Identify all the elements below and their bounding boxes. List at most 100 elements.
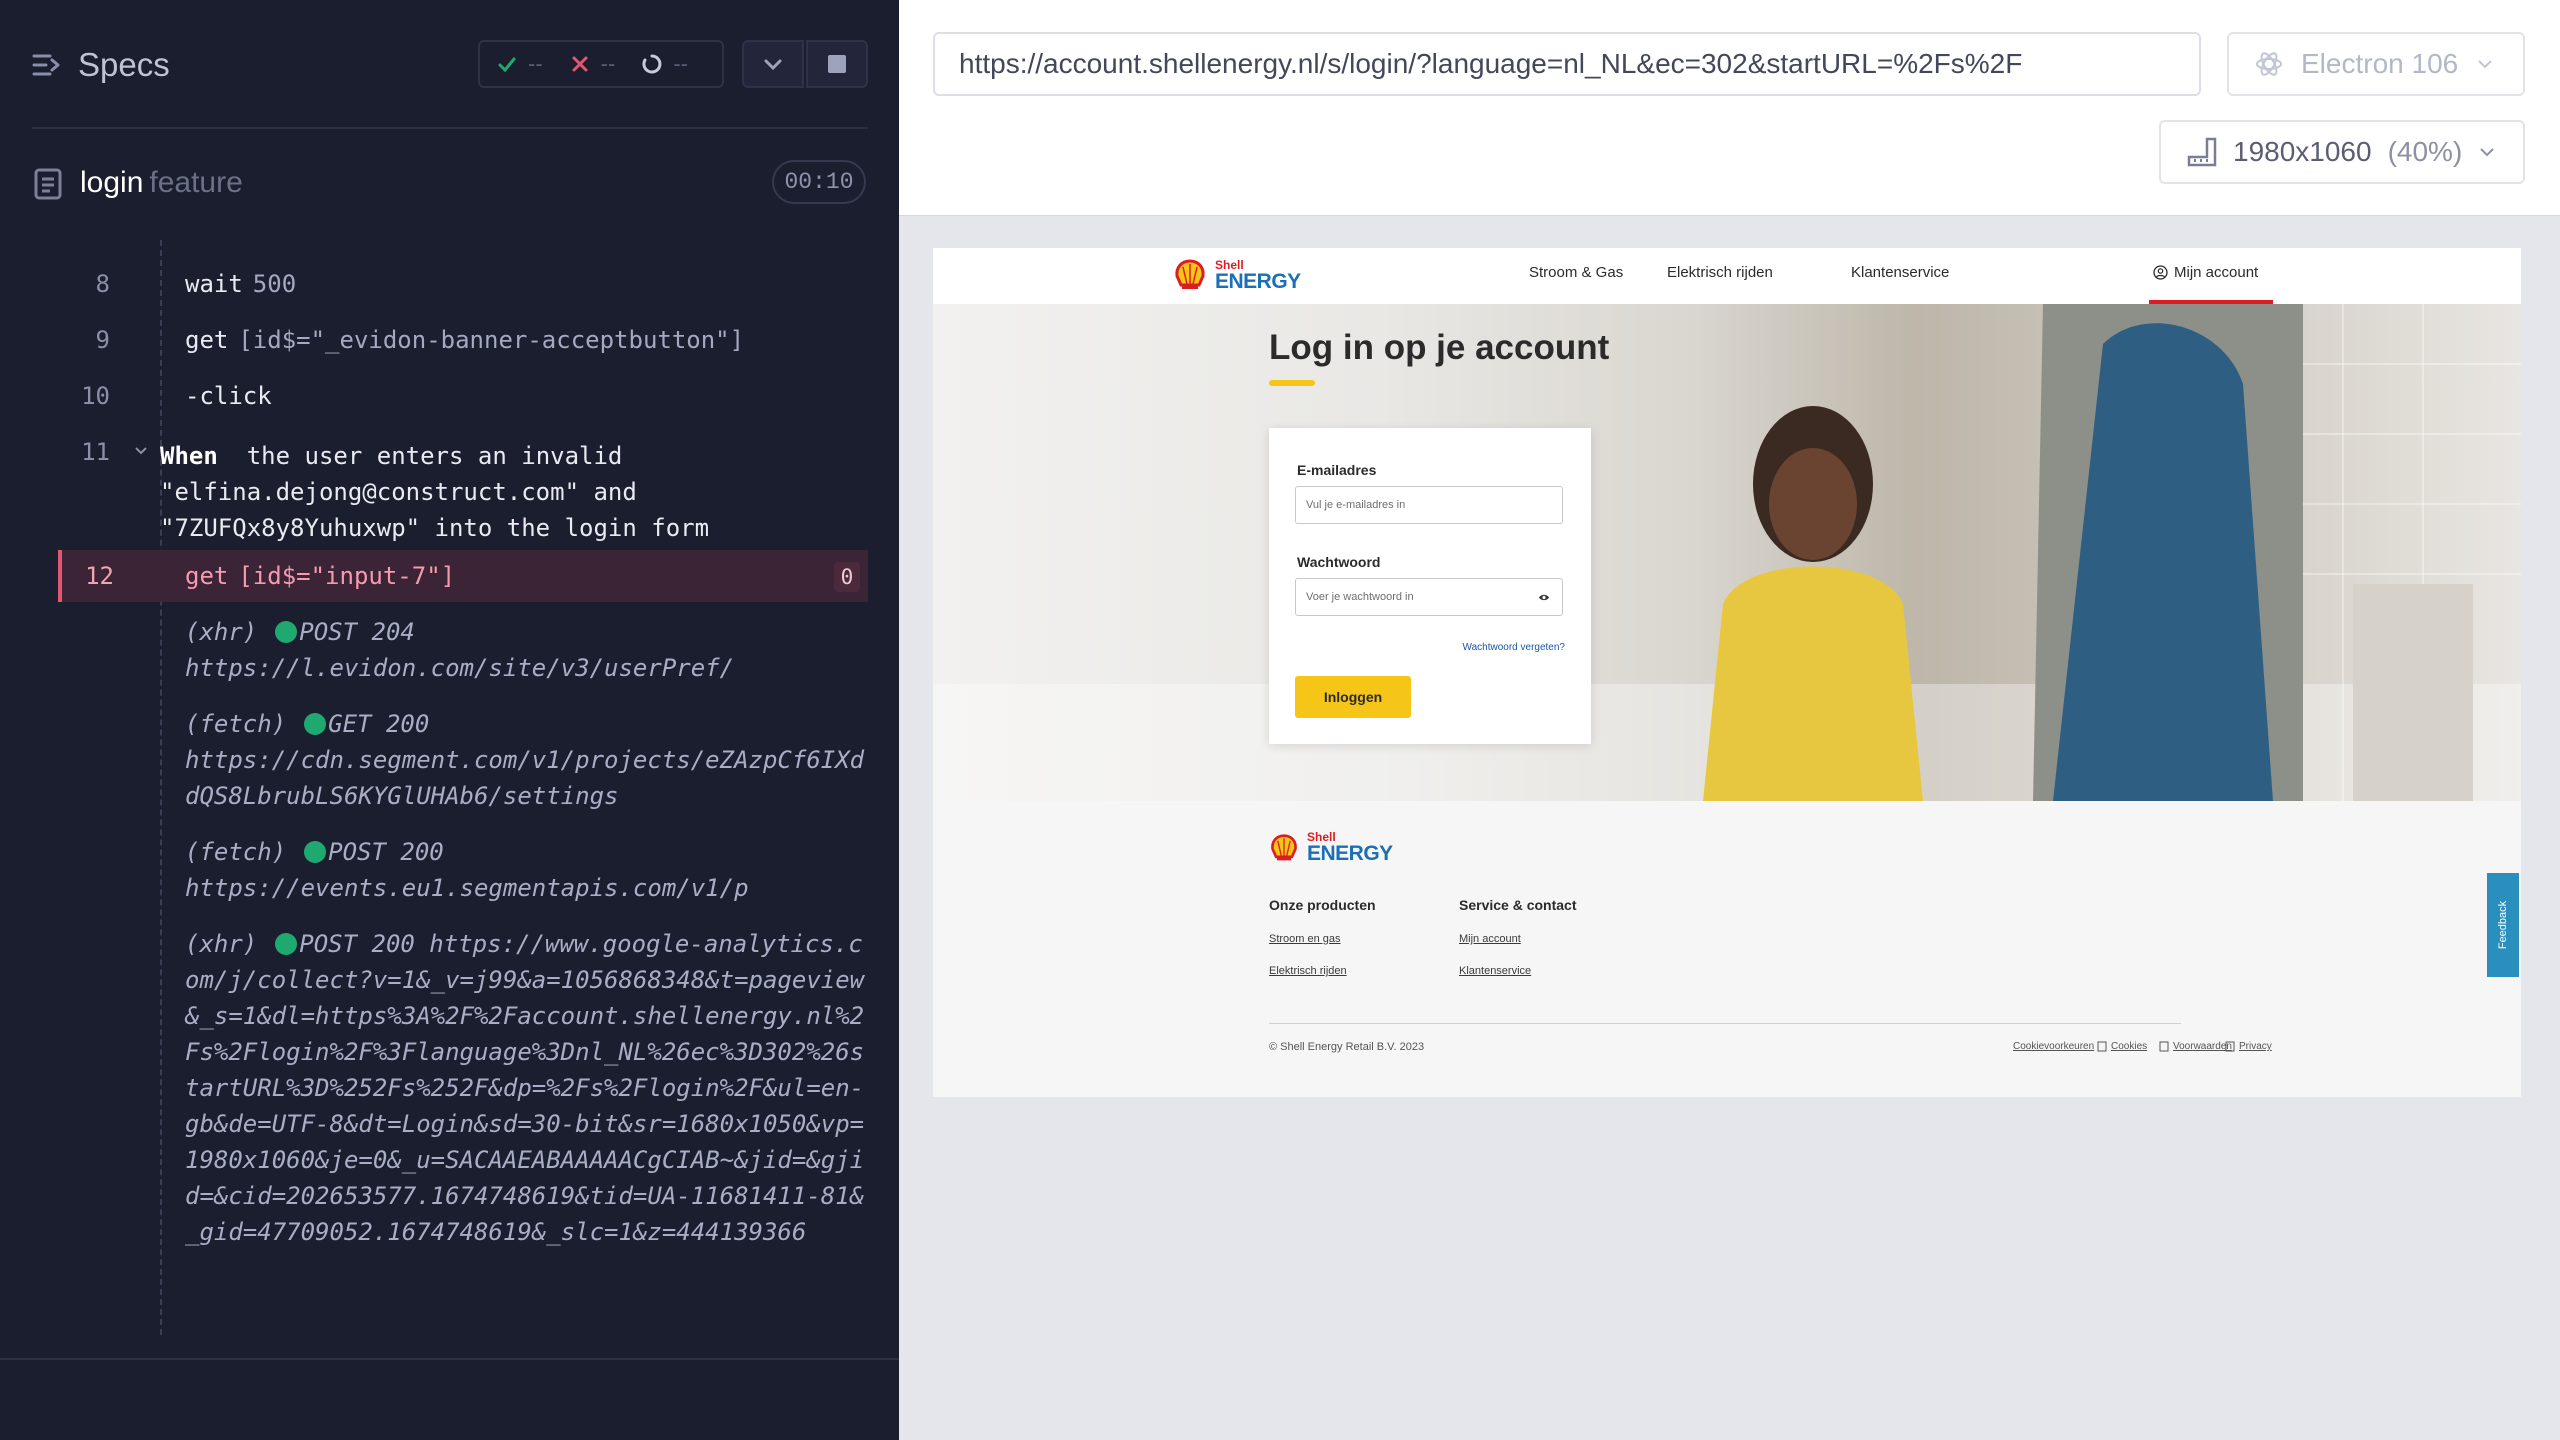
network-request[interactable]: (fetch) GET 200 https://cdn.segment.com/v… <box>185 706 865 814</box>
command-arg: [id$="input-7"] <box>238 562 456 590</box>
login-title: Log in op je account <box>1269 328 1610 367</box>
copyright: © Shell Energy Retail B.V. 2023 <box>1269 1041 1425 1053</box>
status-dot <box>275 621 298 643</box>
status-dot <box>304 841 327 863</box>
footer-products-title: Onze producten <box>1269 897 1376 913</box>
command-text: get [id$="_evidon-banner-acceptbutton"] <box>185 326 744 354</box>
email-field[interactable]: Vul je e-mailadres in <box>1295 486 1563 524</box>
step-keyword: When <box>160 442 218 470</box>
url-bar[interactable]: https://account.shellenergy.nl/s/login/?… <box>933 32 2201 96</box>
hero-photo <box>933 304 2521 801</box>
reporter-panel: Specs -- -- -- login feature 00:10 8 wai… <box>0 0 899 1440</box>
command-name: get <box>185 326 229 354</box>
browser-selector[interactable]: Electron 106 <box>2227 32 2525 96</box>
spec-kind: feature <box>149 166 243 199</box>
divider <box>32 127 868 129</box>
forgot-password-link[interactable]: Wachtwoord vergeten? <box>1463 642 1565 653</box>
step-line-1: the user enters an invalid <box>246 442 623 470</box>
footer-cookievoorkeuren[interactable]: Cookievoorkeuren <box>2013 1041 2094 1052</box>
footer-logo[interactable]: Shell ENERGY <box>1269 831 1393 864</box>
chevron-down-icon <box>764 59 782 71</box>
stop-icon <box>828 55 846 73</box>
request-kind: (fetch) <box>185 710 287 738</box>
footer-link-elektrisch-rijden[interactable]: Elektrisch rijden <box>1269 965 1347 977</box>
login-button[interactable]: Inloggen <box>1295 676 1411 718</box>
nav-klantenservice[interactable]: Klantenservice <box>1851 264 1949 281</box>
command-number: 11 <box>81 438 110 466</box>
network-request[interactable]: (xhr) POST 204 https://l.evidon.com/site/… <box>185 614 865 686</box>
request-url: https://www.google-analytics.com/j/colle… <box>185 930 865 1246</box>
check-icon <box>498 57 516 73</box>
document-icon <box>34 168 62 200</box>
command-arg: [id$="_evidon-banner-acceptbutton"] <box>238 326 745 354</box>
command-text: get [id$="input-7"] <box>185 562 455 590</box>
viewport-size: 1980x1060 <box>2233 136 2372 167</box>
passed-count: -- <box>528 51 543 76</box>
brand-top: Shell <box>1215 257 1244 272</box>
eye-icon[interactable] <box>1538 593 1550 602</box>
site-header: Shell ENERGY Stroom & Gas Elektrisch rijd… <box>933 248 2521 304</box>
status-dot <box>304 713 327 735</box>
legal-label: Voorwaarden <box>2173 1041 2232 1052</box>
footer-privacy[interactable]: Privacy <box>2225 1041 2272 1052</box>
command-number: 12 <box>85 562 114 590</box>
specs-title[interactable]: Specs <box>78 46 170 84</box>
command-name: wait <box>185 270 243 298</box>
footer-cookies[interactable]: Cookies <box>2097 1041 2147 1052</box>
footer-divider <box>1269 1023 2181 1024</box>
command-name: -click <box>185 382 272 410</box>
command-log[interactable]: 8 wait 500 9 get [id$="_evidon-banner-acce… <box>58 240 868 1335</box>
network-request[interactable]: (fetch) POST 200 https://events.eu1.segme… <box>185 834 865 906</box>
aut-iframe[interactable]: Shell ENERGY Stroom & Gas Elektrisch rijd… <box>933 248 2521 1097</box>
brand-bottom: ENERGY <box>1215 269 1301 293</box>
aut-panel: https://account.shellenergy.nl/s/login/?… <box>899 0 2560 1440</box>
chevron-down-icon <box>2480 148 2494 157</box>
pending-stat: -- <box>641 51 688 77</box>
footer-service-title: Service & contact <box>1459 897 1577 913</box>
request-url: https://cdn.segment.com/v1/projects/eZAz… <box>185 746 865 810</box>
footer-link-stroom-gas[interactable]: Stroom en gas <box>1269 933 1341 945</box>
nav-elektrisch-rijden[interactable]: Elektrisch rijden <box>1667 264 1773 281</box>
shell-pecten-icon <box>1175 259 1205 289</box>
spec-duration: 00:10 <box>772 160 866 204</box>
network-request[interactable]: (xhr) POST 200 https://www.google-analyti… <box>185 926 865 1250</box>
element-count-badge: 0 <box>834 562 860 592</box>
nav-mijn-account[interactable]: Mijn account <box>2153 264 2258 281</box>
auto-scroll-button[interactable] <box>742 40 804 88</box>
chevron-down-icon[interactable] <box>134 444 148 458</box>
site-footer: Shell ENERGY Onze producten Stroom en gas… <box>933 801 2521 1097</box>
command-number: 8 <box>95 270 110 298</box>
nav-stroom-gas[interactable]: Stroom & Gas <box>1529 264 1623 281</box>
aut-header: https://account.shellenergy.nl/s/login/?… <box>899 0 2560 216</box>
user-icon <box>2153 265 2168 280</box>
test-stats: -- -- -- <box>478 40 724 88</box>
request-url: https://events.eu1.segmentapis.com/v1/p <box>185 874 749 902</box>
feedback-tab[interactable]: Feedback <box>2487 873 2519 977</box>
spec-row[interactable]: login feature 00:10 <box>0 150 899 216</box>
request-url: https://l.evidon.com/site/v3/userPref/ <box>185 654 735 682</box>
stop-button[interactable] <box>806 40 868 88</box>
viewport-selector[interactable]: 1980x1060 (40%) <box>2159 120 2525 184</box>
command-name: get <box>185 562 229 590</box>
password-placeholder: Voer je wachtwoord in <box>1306 591 1414 603</box>
command-text: wait 500 <box>185 270 296 298</box>
ruler-icon <box>2187 137 2217 167</box>
electron-icon <box>2256 52 2282 76</box>
specs-list-icon[interactable] <box>32 50 62 80</box>
active-command-row[interactable]: 12 get [id$="input-7"] 0 <box>58 550 868 602</box>
hero-section: Log in op je account E-mailadres Vul je … <box>933 304 2521 801</box>
failed-count: -- <box>600 51 616 76</box>
step-line-3: "7ZUFQx8y8Yuhuxwp" into the login form <box>160 514 710 542</box>
shell-energy-logo[interactable]: Shell ENERGY <box>1173 258 1301 292</box>
step-line-2: "elfina.dejong@construct.com" and <box>160 478 637 506</box>
chevron-down-icon <box>2478 60 2492 69</box>
command-gutter <box>160 240 162 1335</box>
step-text: When the user enters an invalid "elfina.… <box>160 438 709 546</box>
password-field[interactable]: Voer je wachtwoord in <box>1295 578 1563 616</box>
footer-link-klantenservice[interactable]: Klantenservice <box>1459 965 1531 977</box>
footer-link-mijn-account[interactable]: Mijn account <box>1459 933 1521 945</box>
command-arg: 500 <box>252 270 297 298</box>
footer-voorwaarden[interactable]: Voorwaarden <box>2159 1041 2232 1052</box>
brand-bottom: ENERGY <box>1307 842 1393 865</box>
spec-file: login <box>80 166 144 199</box>
